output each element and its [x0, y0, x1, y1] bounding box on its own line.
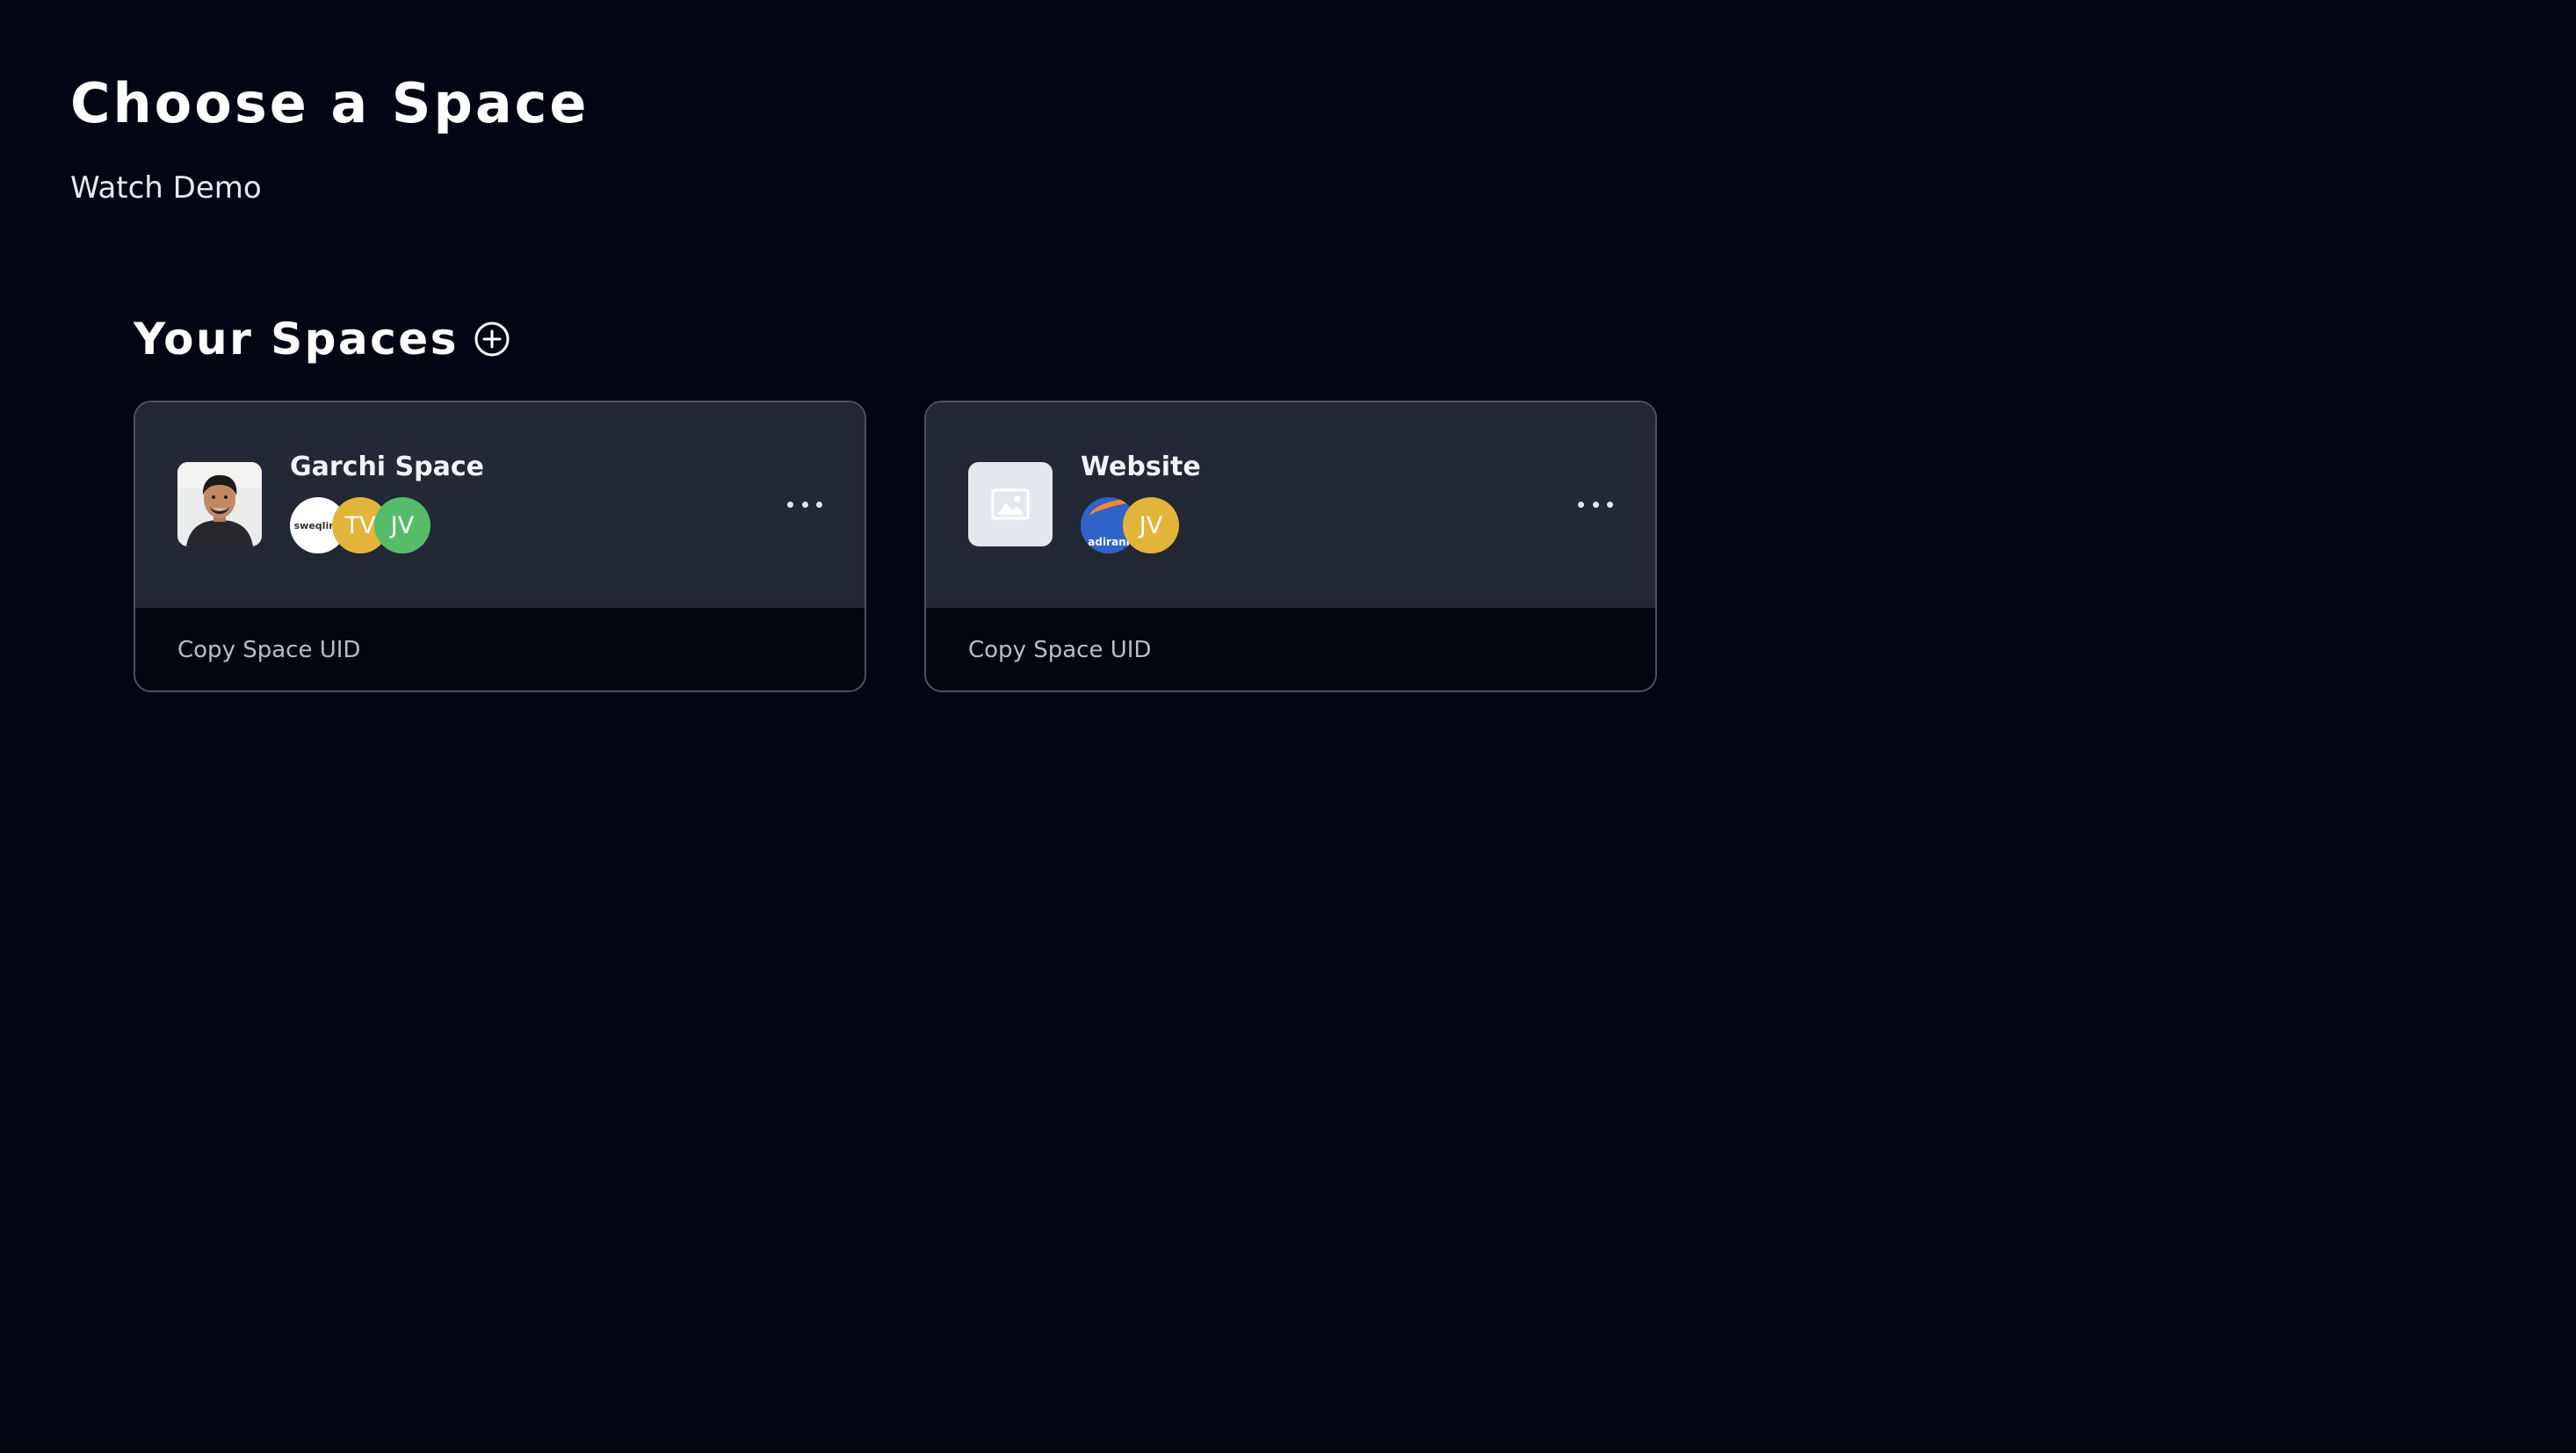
member-avatar: JV [374, 497, 431, 553]
copy-space-uid-button[interactable]: Copy Space UID [177, 637, 360, 663]
spaces-list: Garchi Space sweqlink TV JV Copy Space U… [134, 401, 1657, 692]
space-card-garchi[interactable]: Garchi Space sweqlink TV JV Copy Space U… [134, 401, 866, 692]
plus-circle-icon[interactable] [473, 320, 511, 358]
space-card-footer: Copy Space UID [926, 608, 1655, 690]
member-avatar: JV [1123, 497, 1179, 553]
page-title: Choose a Space [70, 71, 590, 135]
space-card-header[interactable]: Website adirani JV [926, 402, 1655, 608]
dot [787, 501, 793, 508]
member-avatars: sweqlink TV JV [290, 497, 431, 553]
your-spaces-header: Your Spaces [134, 313, 511, 365]
space-card-header[interactable]: Garchi Space sweqlink TV JV [135, 402, 865, 608]
space-profile-photo [177, 462, 262, 546]
dot [1607, 501, 1613, 508]
dot [801, 501, 808, 508]
space-name: Website [1081, 452, 1201, 482]
space-card-footer: Copy Space UID [135, 608, 865, 690]
copy-space-uid-button[interactable]: Copy Space UID [968, 637, 1151, 663]
dot [1592, 501, 1599, 508]
more-horizontal-icon[interactable] [1578, 495, 1613, 513]
member-logo-label: adirani [1088, 536, 1130, 548]
dot [816, 501, 822, 508]
section-title: Your Spaces [134, 314, 459, 365]
image-placeholder-icon [968, 462, 1053, 546]
space-card-website[interactable]: Website adirani JV Copy Space UID [924, 401, 1657, 692]
dot [1578, 501, 1584, 508]
watch-demo-link[interactable]: Watch Demo [70, 170, 262, 206]
choose-space-page: Choose a Space Watch Demo Your Spaces Ga… [0, 0, 2576, 1453]
space-name: Garchi Space [290, 452, 484, 482]
member-avatars: adirani JV [1081, 497, 1179, 553]
more-horizontal-icon[interactable] [787, 495, 822, 513]
